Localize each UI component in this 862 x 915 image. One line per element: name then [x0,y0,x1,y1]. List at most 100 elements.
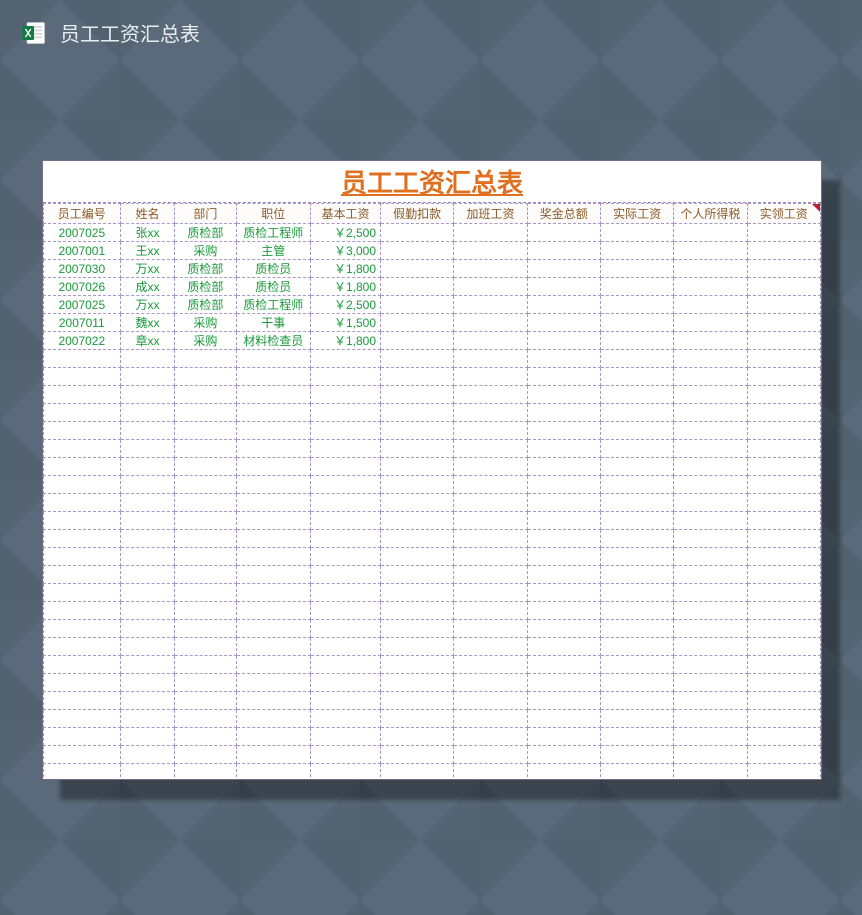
cell-empty[interactable] [175,368,236,386]
cell-empty[interactable] [236,746,310,764]
table-row[interactable] [44,566,821,584]
cell-empty[interactable] [310,710,380,728]
table-row[interactable] [44,476,821,494]
cell-empty[interactable] [44,674,121,692]
cell-empty[interactable] [175,566,236,584]
cell-empty[interactable] [600,242,673,260]
cell-empty[interactable] [747,332,820,350]
cell-empty[interactable] [236,404,310,422]
cell-dept[interactable]: 采购 [175,242,236,260]
cell-empty[interactable] [381,368,454,386]
cell-empty[interactable] [527,368,600,386]
cell-empty[interactable] [175,620,236,638]
cell-empty[interactable] [175,476,236,494]
cell-empty[interactable] [600,404,673,422]
table-row[interactable] [44,404,821,422]
cell-empty[interactable] [600,476,673,494]
cell-empty[interactable] [527,746,600,764]
cell-empty[interactable] [310,476,380,494]
cell-empty[interactable] [527,566,600,584]
cell-empty[interactable] [454,494,527,512]
col-dept[interactable]: 部门 [175,204,236,224]
cell-empty[interactable] [236,566,310,584]
cell-empty[interactable] [747,422,820,440]
cell-empty[interactable] [120,746,175,764]
cell-empty[interactable] [674,728,747,746]
cell-pos[interactable]: 材料检查员 [236,332,310,350]
cell-name[interactable]: 章xx [120,332,175,350]
cell-empty[interactable] [600,422,673,440]
cell-empty[interactable] [454,692,527,710]
cell-empty[interactable] [674,512,747,530]
cell-empty[interactable] [600,638,673,656]
cell-dept[interactable]: 质检部 [175,278,236,296]
cell-empty[interactable] [381,242,454,260]
cell-empty[interactable] [674,368,747,386]
cell-empty[interactable] [381,440,454,458]
cell-empty[interactable] [120,350,175,368]
cell-empty[interactable] [674,422,747,440]
table-row[interactable] [44,440,821,458]
cell-empty[interactable] [120,512,175,530]
cell-empty[interactable] [674,332,747,350]
cell-empty[interactable] [44,458,121,476]
table-row[interactable] [44,656,821,674]
cell-id[interactable]: 2007025 [44,224,121,242]
cell-empty[interactable] [44,548,121,566]
cell-empty[interactable] [674,404,747,422]
cell-empty[interactable] [674,242,747,260]
cell-empty[interactable] [747,584,820,602]
cell-empty[interactable] [454,566,527,584]
cell-empty[interactable] [747,404,820,422]
cell-dept[interactable]: 质检部 [175,296,236,314]
cell-empty[interactable] [674,278,747,296]
cell-empty[interactable] [175,386,236,404]
cell-empty[interactable] [381,476,454,494]
cell-empty[interactable] [600,728,673,746]
cell-empty[interactable] [747,368,820,386]
cell-empty[interactable] [381,638,454,656]
cell-empty[interactable] [747,386,820,404]
cell-empty[interactable] [120,638,175,656]
cell-empty[interactable] [527,242,600,260]
cell-empty[interactable] [600,602,673,620]
cell-empty[interactable] [527,422,600,440]
cell-empty[interactable] [236,638,310,656]
cell-empty[interactable] [236,674,310,692]
cell-empty[interactable] [600,530,673,548]
col-bonus[interactable]: 奖金总额 [527,204,600,224]
table-row[interactable] [44,602,821,620]
cell-empty[interactable] [454,476,527,494]
cell-empty[interactable] [674,620,747,638]
cell-empty[interactable] [381,404,454,422]
col-attendance-deduct[interactable]: 假勤扣款 [381,204,454,224]
cell-empty[interactable] [454,278,527,296]
cell-id[interactable]: 2007025 [44,296,121,314]
cell-base[interactable]: ￥1,800 [310,260,380,278]
cell-empty[interactable] [236,458,310,476]
cell-empty[interactable] [747,620,820,638]
cell-empty[interactable] [674,476,747,494]
cell-id[interactable]: 2007026 [44,278,121,296]
cell-empty[interactable] [747,494,820,512]
cell-empty[interactable] [747,638,820,656]
cell-empty[interactable] [44,530,121,548]
cell-empty[interactable] [674,260,747,278]
table-row[interactable] [44,386,821,404]
cell-empty[interactable] [527,764,600,781]
cell-empty[interactable] [527,656,600,674]
cell-empty[interactable] [120,458,175,476]
cell-empty[interactable] [310,458,380,476]
cell-empty[interactable] [120,692,175,710]
cell-empty[interactable] [454,656,527,674]
cell-empty[interactable] [175,728,236,746]
cell-empty[interactable] [44,512,121,530]
cell-empty[interactable] [120,386,175,404]
table-row[interactable]: 2007022章xx采购材料检查员￥1,800 [44,332,821,350]
cell-empty[interactable] [381,494,454,512]
cell-empty[interactable] [44,728,121,746]
cell-empty[interactable] [527,260,600,278]
cell-empty[interactable] [381,350,454,368]
cell-empty[interactable] [454,422,527,440]
cell-empty[interactable] [527,584,600,602]
